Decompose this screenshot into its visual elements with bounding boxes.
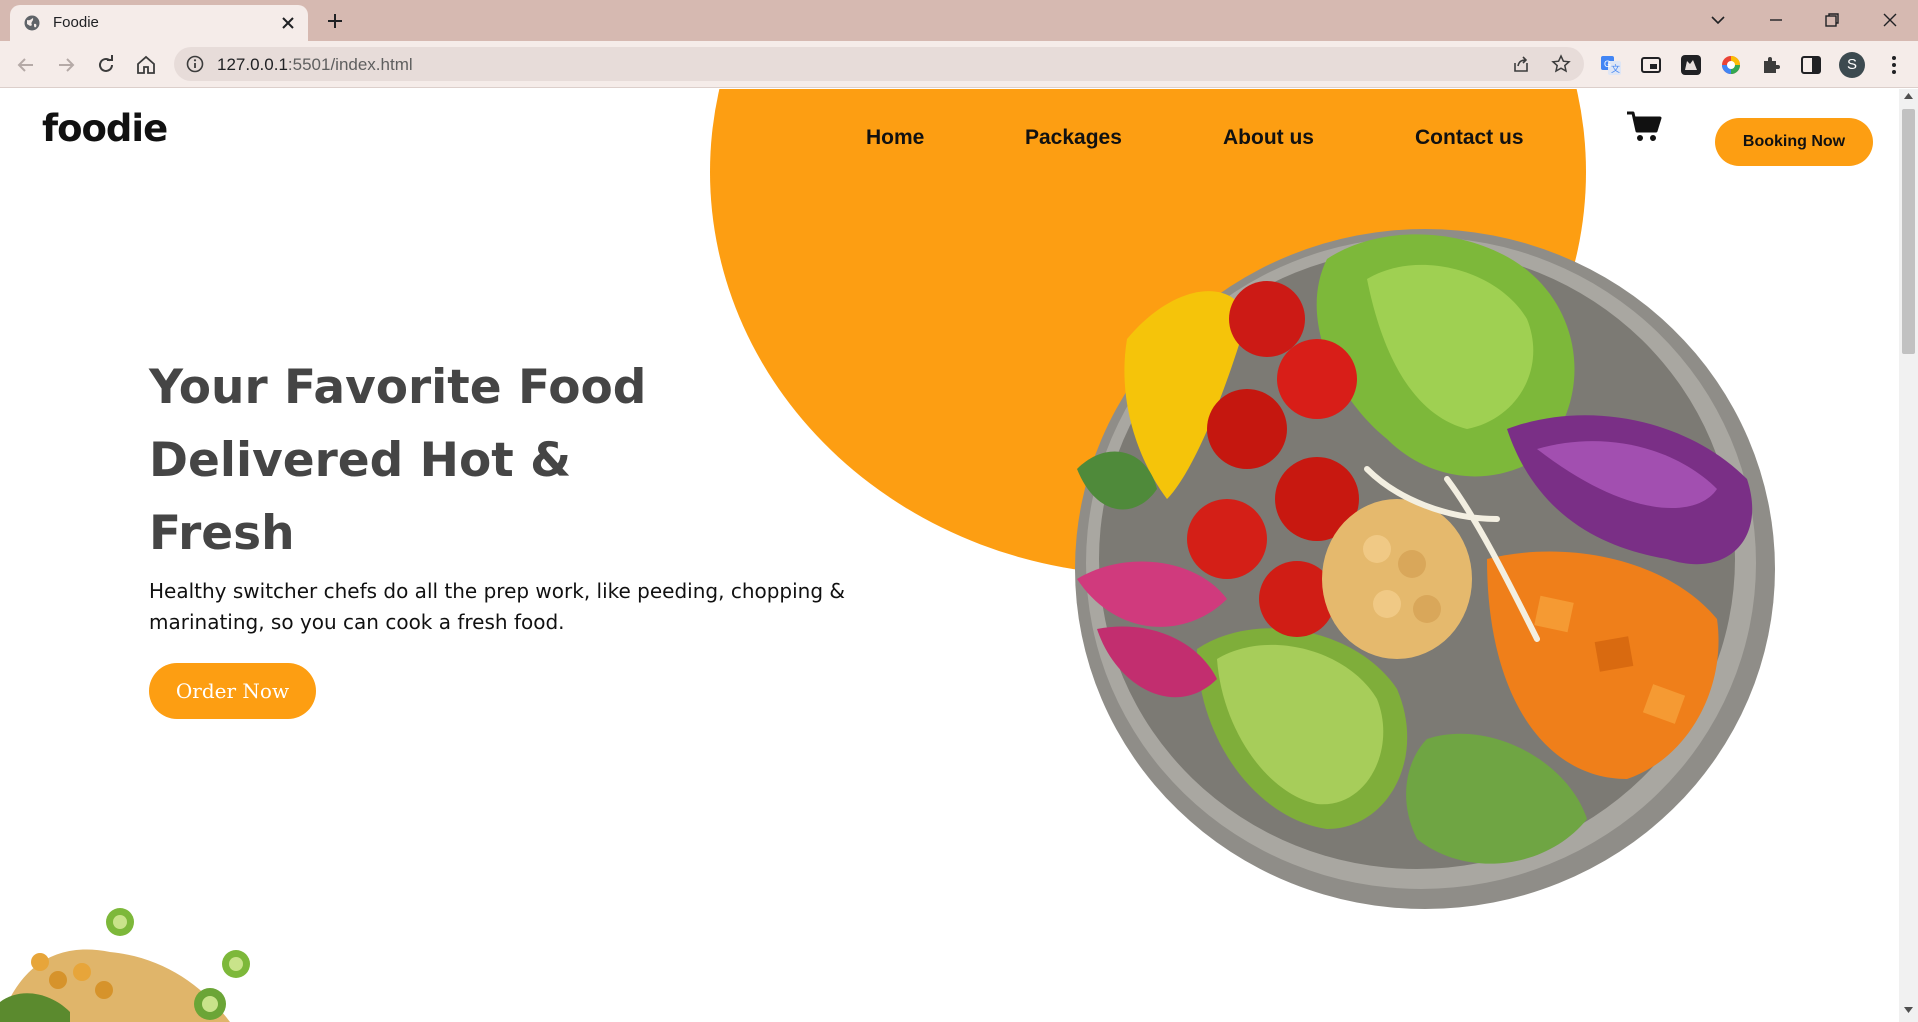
address-bar[interactable]: 127.0.0.1:5501/index.html — [174, 47, 1584, 81]
globe-icon — [24, 15, 40, 31]
spice-pile-image — [0, 908, 250, 1022]
reload-icon[interactable] — [94, 53, 118, 77]
shopping-cart-icon[interactable] — [1626, 109, 1662, 143]
bookmark-star-icon[interactable] — [1551, 54, 1571, 74]
order-now-button[interactable]: Order Now — [149, 663, 316, 719]
site-info-icon[interactable] — [186, 55, 204, 73]
svg-text:G: G — [1604, 59, 1611, 69]
scrollbar-thumb[interactable] — [1902, 109, 1915, 354]
menu-dots-icon[interactable] — [1882, 53, 1906, 77]
nav-link-contact[interactable]: Contact us — [1415, 126, 1524, 150]
browser-toolbar: 127.0.0.1:5501/index.html G 文 S — [0, 41, 1918, 88]
hero-description-line-2: marinating, so you can cook a fresh food… — [149, 610, 565, 634]
color-picker-extension-icon[interactable] — [1719, 53, 1743, 77]
translate-extension-icon[interactable]: G 文 — [1599, 53, 1623, 77]
hero-title: Your Favorite Food Delivered Hot & Fresh — [149, 351, 669, 570]
close-window-icon[interactable] — [1878, 8, 1902, 32]
hero-title-line-2: Delivered Hot & — [149, 433, 572, 488]
hero-title-line-1: Your Favorite Food — [149, 360, 647, 415]
hero-description: Healthy switcher chefs do all the prep w… — [149, 576, 849, 638]
tab-title: Foodie — [53, 14, 99, 31]
url-path: :5501/index.html — [287, 55, 413, 74]
browser-tab[interactable]: Foodie — [10, 5, 308, 41]
restore-icon[interactable] — [1820, 8, 1844, 32]
hero-title-line-3: Fresh — [149, 506, 295, 561]
url-text[interactable]: 127.0.0.1:5501/index.html — [217, 55, 413, 75]
share-icon[interactable] — [1511, 54, 1531, 74]
svg-text:文: 文 — [1611, 63, 1620, 74]
browser-tab-strip: Foodie — [0, 0, 1918, 41]
extension-cat-icon[interactable] — [1679, 53, 1703, 77]
url-host: 127.0.0.1 — [217, 55, 288, 74]
page-scrollbar[interactable] — [1899, 89, 1918, 1022]
new-tab-icon[interactable] — [325, 11, 345, 31]
picture-in-picture-icon[interactable] — [1639, 53, 1663, 77]
back-arrow-icon[interactable] — [14, 53, 38, 77]
close-icon[interactable] — [280, 15, 296, 31]
hero-description-line-1: Healthy switcher chefs do all the prep w… — [149, 579, 846, 603]
scroll-up-arrow-icon[interactable] — [1904, 93, 1913, 99]
booking-now-button[interactable]: Booking Now — [1715, 118, 1873, 166]
site-logo[interactable]: foodie — [42, 107, 168, 150]
tab-search-icon[interactable] — [1706, 8, 1730, 32]
forward-arrow-icon[interactable] — [54, 53, 78, 77]
home-icon[interactable] — [134, 53, 158, 77]
web-page: foodie Home Packages About us Contact us… — [0, 89, 1899, 1022]
scroll-down-arrow-icon[interactable] — [1904, 1007, 1913, 1013]
nav-link-home[interactable]: Home — [866, 126, 924, 150]
extensions-puzzle-icon[interactable] — [1759, 53, 1783, 77]
nav-link-packages[interactable]: Packages — [1025, 126, 1122, 150]
side-panel-icon[interactable] — [1799, 53, 1823, 77]
salad-bowl-image — [1075, 229, 1775, 909]
profile-avatar[interactable]: S — [1839, 52, 1865, 78]
nav-link-about[interactable]: About us — [1223, 126, 1314, 150]
minimize-icon[interactable] — [1764, 8, 1788, 32]
